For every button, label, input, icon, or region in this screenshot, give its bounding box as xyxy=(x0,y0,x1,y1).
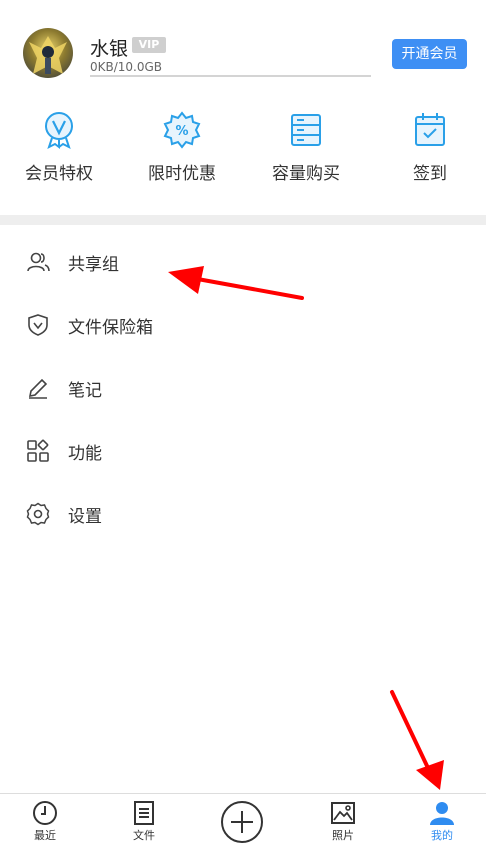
person-icon xyxy=(430,802,454,825)
menu-item-label: 功能 xyxy=(68,444,102,464)
tab-label: 我的 xyxy=(431,829,453,842)
users-icon xyxy=(27,252,50,272)
bottom-navigation: 最近 文件 照片 我的 xyxy=(0,793,486,846)
profile-header: 水银 VIP 0KB/10.0GB 开通会员 xyxy=(0,0,486,100)
feature-vip-privileges[interactable]: 会员特权 xyxy=(9,108,109,198)
medal-v-icon xyxy=(45,112,73,149)
menu-item-notes[interactable]: 笔记 xyxy=(0,363,486,413)
menu-item-file-safe[interactable]: 文件保险箱 xyxy=(0,300,486,350)
menu-item-share-group[interactable]: 共享组 xyxy=(0,237,486,287)
storage-progress-bar xyxy=(90,75,371,77)
menu-item-label: 设置 xyxy=(68,507,102,527)
avatar[interactable] xyxy=(23,28,73,78)
vip-badge: VIP xyxy=(132,37,166,53)
feature-label: 会员特权 xyxy=(25,164,93,184)
feature-limited-offer[interactable]: % 限时优惠 xyxy=(132,108,232,198)
image-icon xyxy=(331,802,355,824)
username: 水银 xyxy=(90,38,129,60)
tab-mine[interactable]: 我的 xyxy=(412,794,472,846)
grid-icon xyxy=(27,439,49,462)
feature-label: 签到 xyxy=(413,164,447,184)
feature-storage-purchase[interactable]: 容量购买 xyxy=(256,108,356,198)
tab-recent[interactable]: 最近 xyxy=(15,794,75,846)
menu-item-functions[interactable]: 功能 xyxy=(0,426,486,476)
shield-icon xyxy=(28,314,48,336)
arrow-to-my-tab xyxy=(390,690,444,790)
feature-check-in[interactable]: 签到 xyxy=(380,108,480,198)
feature-label: 容量购买 xyxy=(272,164,340,184)
menu-item-settings[interactable]: 设置 xyxy=(0,489,486,539)
add-button[interactable] xyxy=(221,801,263,843)
document-icon xyxy=(134,801,154,825)
discount-icon: % xyxy=(163,111,201,149)
tab-label: 最近 xyxy=(34,829,56,842)
tab-files[interactable]: 文件 xyxy=(114,794,174,846)
storage-usage: 0KB/10.0GB xyxy=(90,60,163,74)
tab-label: 文件 xyxy=(133,829,155,842)
svg-text:%: % xyxy=(175,124,188,139)
tab-photos[interactable]: 照片 xyxy=(313,794,373,846)
storage-icon xyxy=(291,114,321,146)
menu-item-label: 共享组 xyxy=(68,255,119,275)
feature-label: 限时优惠 xyxy=(148,164,216,184)
add-icon xyxy=(231,811,253,833)
menu-item-label: 文件保险箱 xyxy=(68,318,153,338)
open-vip-button[interactable]: 开通会员 xyxy=(392,39,467,69)
clock-icon xyxy=(33,801,57,825)
calendar-check-icon xyxy=(415,113,445,146)
menu-item-label: 笔记 xyxy=(68,381,102,401)
gear-icon xyxy=(26,502,50,526)
quick-features: 会员特权 % 限时优惠 容量购买 签到 xyxy=(0,108,486,198)
section-divider xyxy=(0,215,486,225)
tab-label: 照片 xyxy=(332,829,354,842)
pencil-icon xyxy=(28,378,48,399)
